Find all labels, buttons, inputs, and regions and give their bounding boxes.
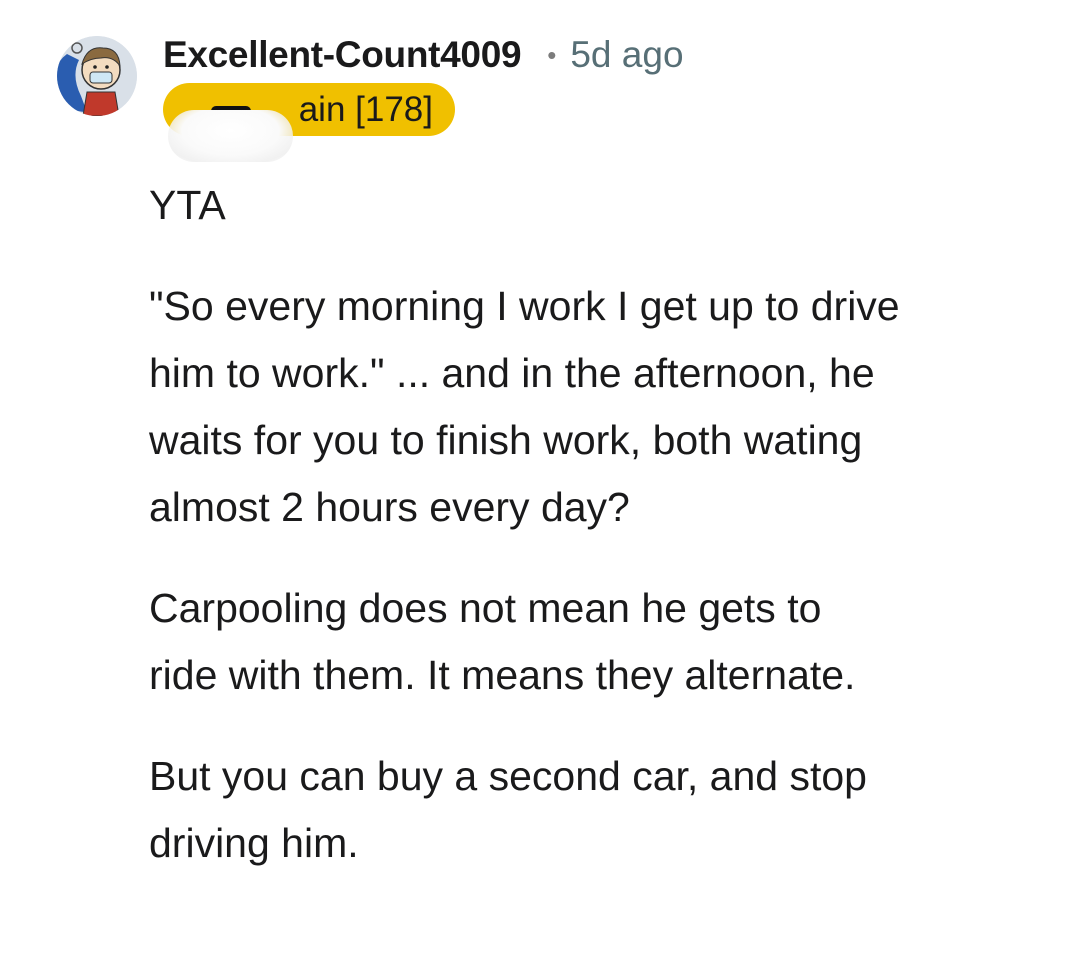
username-link[interactable]: Excellent-Count4009 <box>163 34 522 76</box>
comment-paragraph: But you can buy a second car, and stop d… <box>149 753 867 866</box>
avatar-drawing <box>57 36 137 116</box>
comment-paragraph: YTA <box>149 182 226 228</box>
redaction-blur <box>168 110 293 162</box>
separator-dot: • <box>547 39 557 70</box>
flair-text: ain [178] <box>298 89 433 129</box>
comment-paragraph: "So every morning I work I get up to dri… <box>149 283 900 530</box>
comment: Excellent-Count4009 • 5d ago ain [178] Y… <box>0 0 1080 956</box>
comment-body: YTA "So every morning I work I get up to… <box>149 172 1029 911</box>
user-avatar-icon[interactable] <box>57 36 137 116</box>
comment-header: Excellent-Count4009 • 5d ago <box>163 34 684 76</box>
comment-paragraph: Carpooling does not mean he gets to ride… <box>149 585 856 698</box>
timestamp: 5d ago <box>570 34 684 75</box>
